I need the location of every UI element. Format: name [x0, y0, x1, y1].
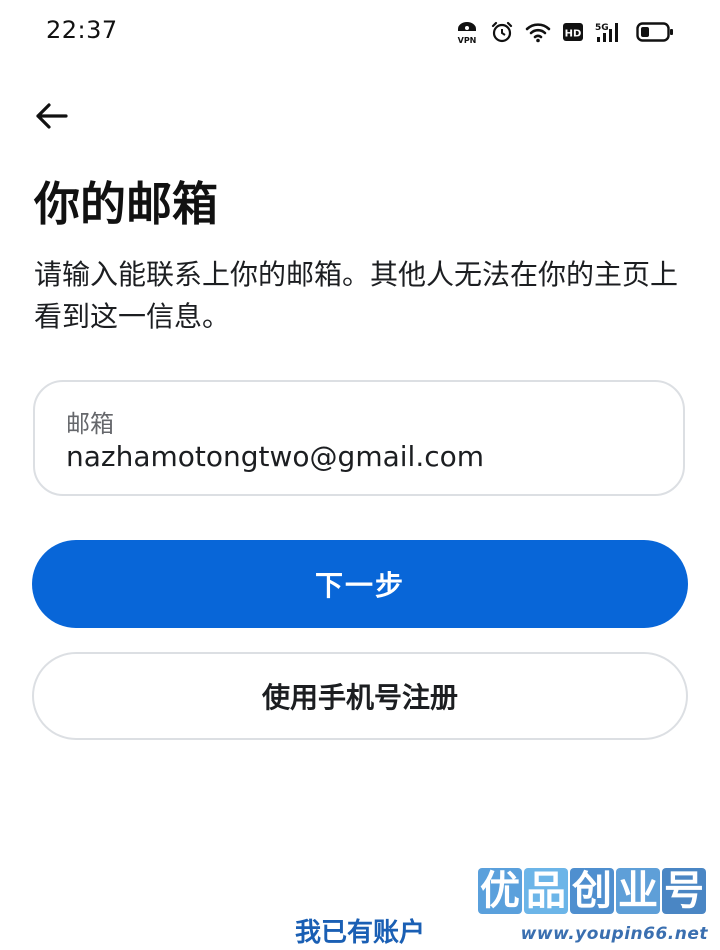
- email-signup-screen: 22:37 VPN HD 5G 你的邮箱 请输入能联系上你的邮箱。其他人无法在你…: [0, 0, 720, 950]
- alarm-icon: [490, 20, 514, 44]
- email-input[interactable]: [66, 440, 656, 473]
- watermark: 优 品 创 业 号 www.youpin66.net: [478, 868, 712, 944]
- email-field-label: 邮箱: [66, 410, 114, 438]
- vpn-label: VPN: [458, 36, 477, 45]
- status-icons: VPN HD 5G: [455, 18, 674, 46]
- hd-icon: HD: [562, 21, 584, 43]
- page-description: 请输入能联系上你的邮箱。其他人无法在你的主页上看到这一信息。: [34, 258, 679, 333]
- page-title: 你的邮箱: [34, 177, 218, 231]
- network-label: 5G: [595, 23, 609, 33]
- watermark-char: 业: [616, 868, 660, 914]
- back-button[interactable]: [34, 98, 70, 134]
- watermark-logo: 优 品 创 业 号: [478, 868, 706, 914]
- battery-icon: [636, 21, 674, 43]
- next-button[interactable]: 下一步: [32, 540, 688, 628]
- watermark-char: 优: [478, 868, 522, 914]
- watermark-char: 品: [524, 868, 568, 914]
- watermark-char: 创: [570, 868, 614, 914]
- vpn-icon: VPN: [455, 19, 479, 45]
- arrow-left-icon: [36, 103, 68, 129]
- status-time: 22:37: [46, 16, 118, 44]
- email-field[interactable]: 邮箱: [33, 380, 685, 496]
- phone-signup-button[interactable]: 使用手机号注册: [32, 652, 688, 740]
- hd-label: HD: [565, 29, 582, 40]
- wifi-icon: [525, 21, 551, 43]
- watermark-url: www.youpin66.net: [520, 924, 708, 944]
- watermark-char: 号: [662, 868, 706, 914]
- status-bar: 22:37 VPN HD 5G: [0, 0, 720, 64]
- signal-5g-icon: 5G: [595, 20, 625, 44]
